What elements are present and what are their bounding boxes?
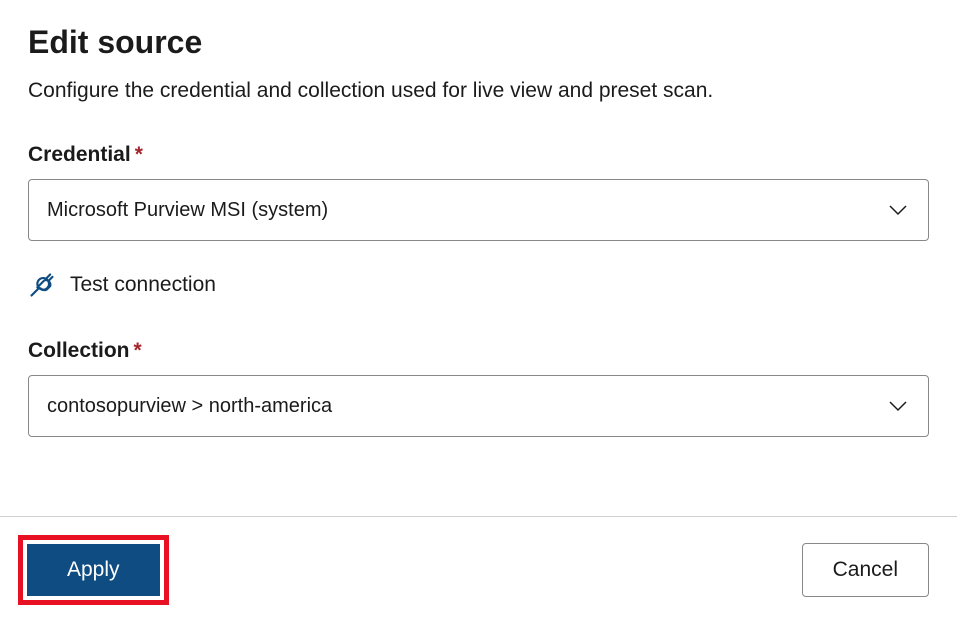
plug-icon (28, 271, 56, 299)
credential-value: Microsoft Purview MSI (system) (47, 199, 328, 222)
collection-dropdown[interactable]: contosopurview > north-america (28, 375, 929, 437)
collection-label-text: Collection (28, 339, 130, 362)
apply-highlight-box: Apply (18, 535, 169, 605)
credential-dropdown[interactable]: Microsoft Purview MSI (system) (28, 179, 929, 241)
test-connection-text: Test connection (70, 273, 216, 297)
collection-value: contosopurview > north-america (47, 395, 332, 418)
chevron-down-icon (886, 198, 910, 222)
collection-label: Collection* (28, 339, 929, 363)
credential-label: Credential* (28, 143, 929, 167)
test-connection-link[interactable]: Test connection (28, 271, 929, 299)
apply-button[interactable]: Apply (27, 544, 160, 596)
credential-label-text: Credential (28, 143, 131, 166)
page-title: Edit source (28, 24, 929, 61)
chevron-down-icon (886, 394, 910, 418)
footer-actions: Apply Cancel (0, 516, 957, 605)
cancel-button[interactable]: Cancel (802, 543, 929, 597)
required-indicator: * (135, 143, 143, 166)
required-indicator: * (134, 339, 142, 362)
page-description: Configure the credential and collection … (28, 79, 929, 103)
